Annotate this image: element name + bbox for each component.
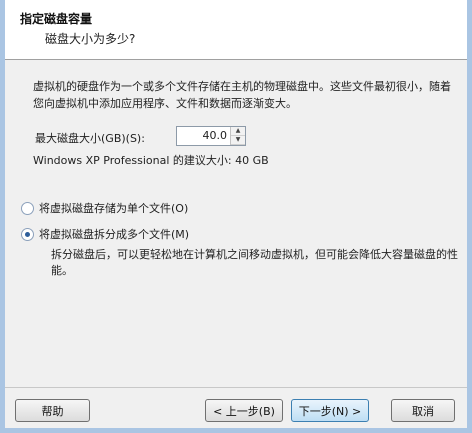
split-files-note: 拆分磁盘后，可以更轻松地在计算机之间移动虚拟机，但可能会降低大容量磁盘的性能。 <box>51 248 458 277</box>
split-files-option[interactable]: 将虚拟磁盘拆分成多个文件(M) <box>21 226 189 242</box>
footer-divider <box>5 387 467 388</box>
page-subtitle: 磁盘大小为多少? <box>45 32 136 46</box>
next-button[interactable]: 下一步(N) > <box>291 399 369 422</box>
dialog-window: 指定磁盘容量 磁盘大小为多少? 虚拟机的硬盘作为一个或多个文件存储在主机的物理磁… <box>0 0 472 433</box>
split-files-radio[interactable] <box>21 227 34 241</box>
split-files-label: 将虚拟磁盘拆分成多个文件(M) <box>39 228 190 241</box>
back-button[interactable]: < 上一步(B) <box>205 399 283 422</box>
single-file-option[interactable]: 将虚拟磁盘存储为单个文件(O) <box>21 200 188 216</box>
single-file-label: 将虚拟磁盘存储为单个文件(O) <box>39 202 189 215</box>
recommended-size-text: Windows XP Professional 的建议大小: 40 GB <box>33 154 269 167</box>
wizard-header: 指定磁盘容量 磁盘大小为多少? <box>5 0 467 60</box>
disk-size-stepper[interactable]: 40.0 ▲ ▼ <box>176 126 246 146</box>
stepper-buttons: ▲ ▼ <box>230 127 245 145</box>
disk-size-value[interactable]: 40.0 <box>203 129 228 142</box>
page-title: 指定磁盘容量 <box>20 12 93 26</box>
description-text: 虚拟机的硬盘作为一个或多个文件存储在主机的物理磁盘中。这些文件最初很小，随着您向… <box>33 80 451 110</box>
increment-icon[interactable]: ▲ <box>231 127 245 136</box>
cancel-button[interactable]: 取消 <box>391 399 455 422</box>
disk-size-label: 最大磁盘大小(GB)(S): <box>35 132 145 145</box>
single-file-radio[interactable] <box>21 201 34 215</box>
decrement-icon[interactable]: ▼ <box>231 136 245 145</box>
help-button[interactable]: 帮助 <box>15 399 90 422</box>
